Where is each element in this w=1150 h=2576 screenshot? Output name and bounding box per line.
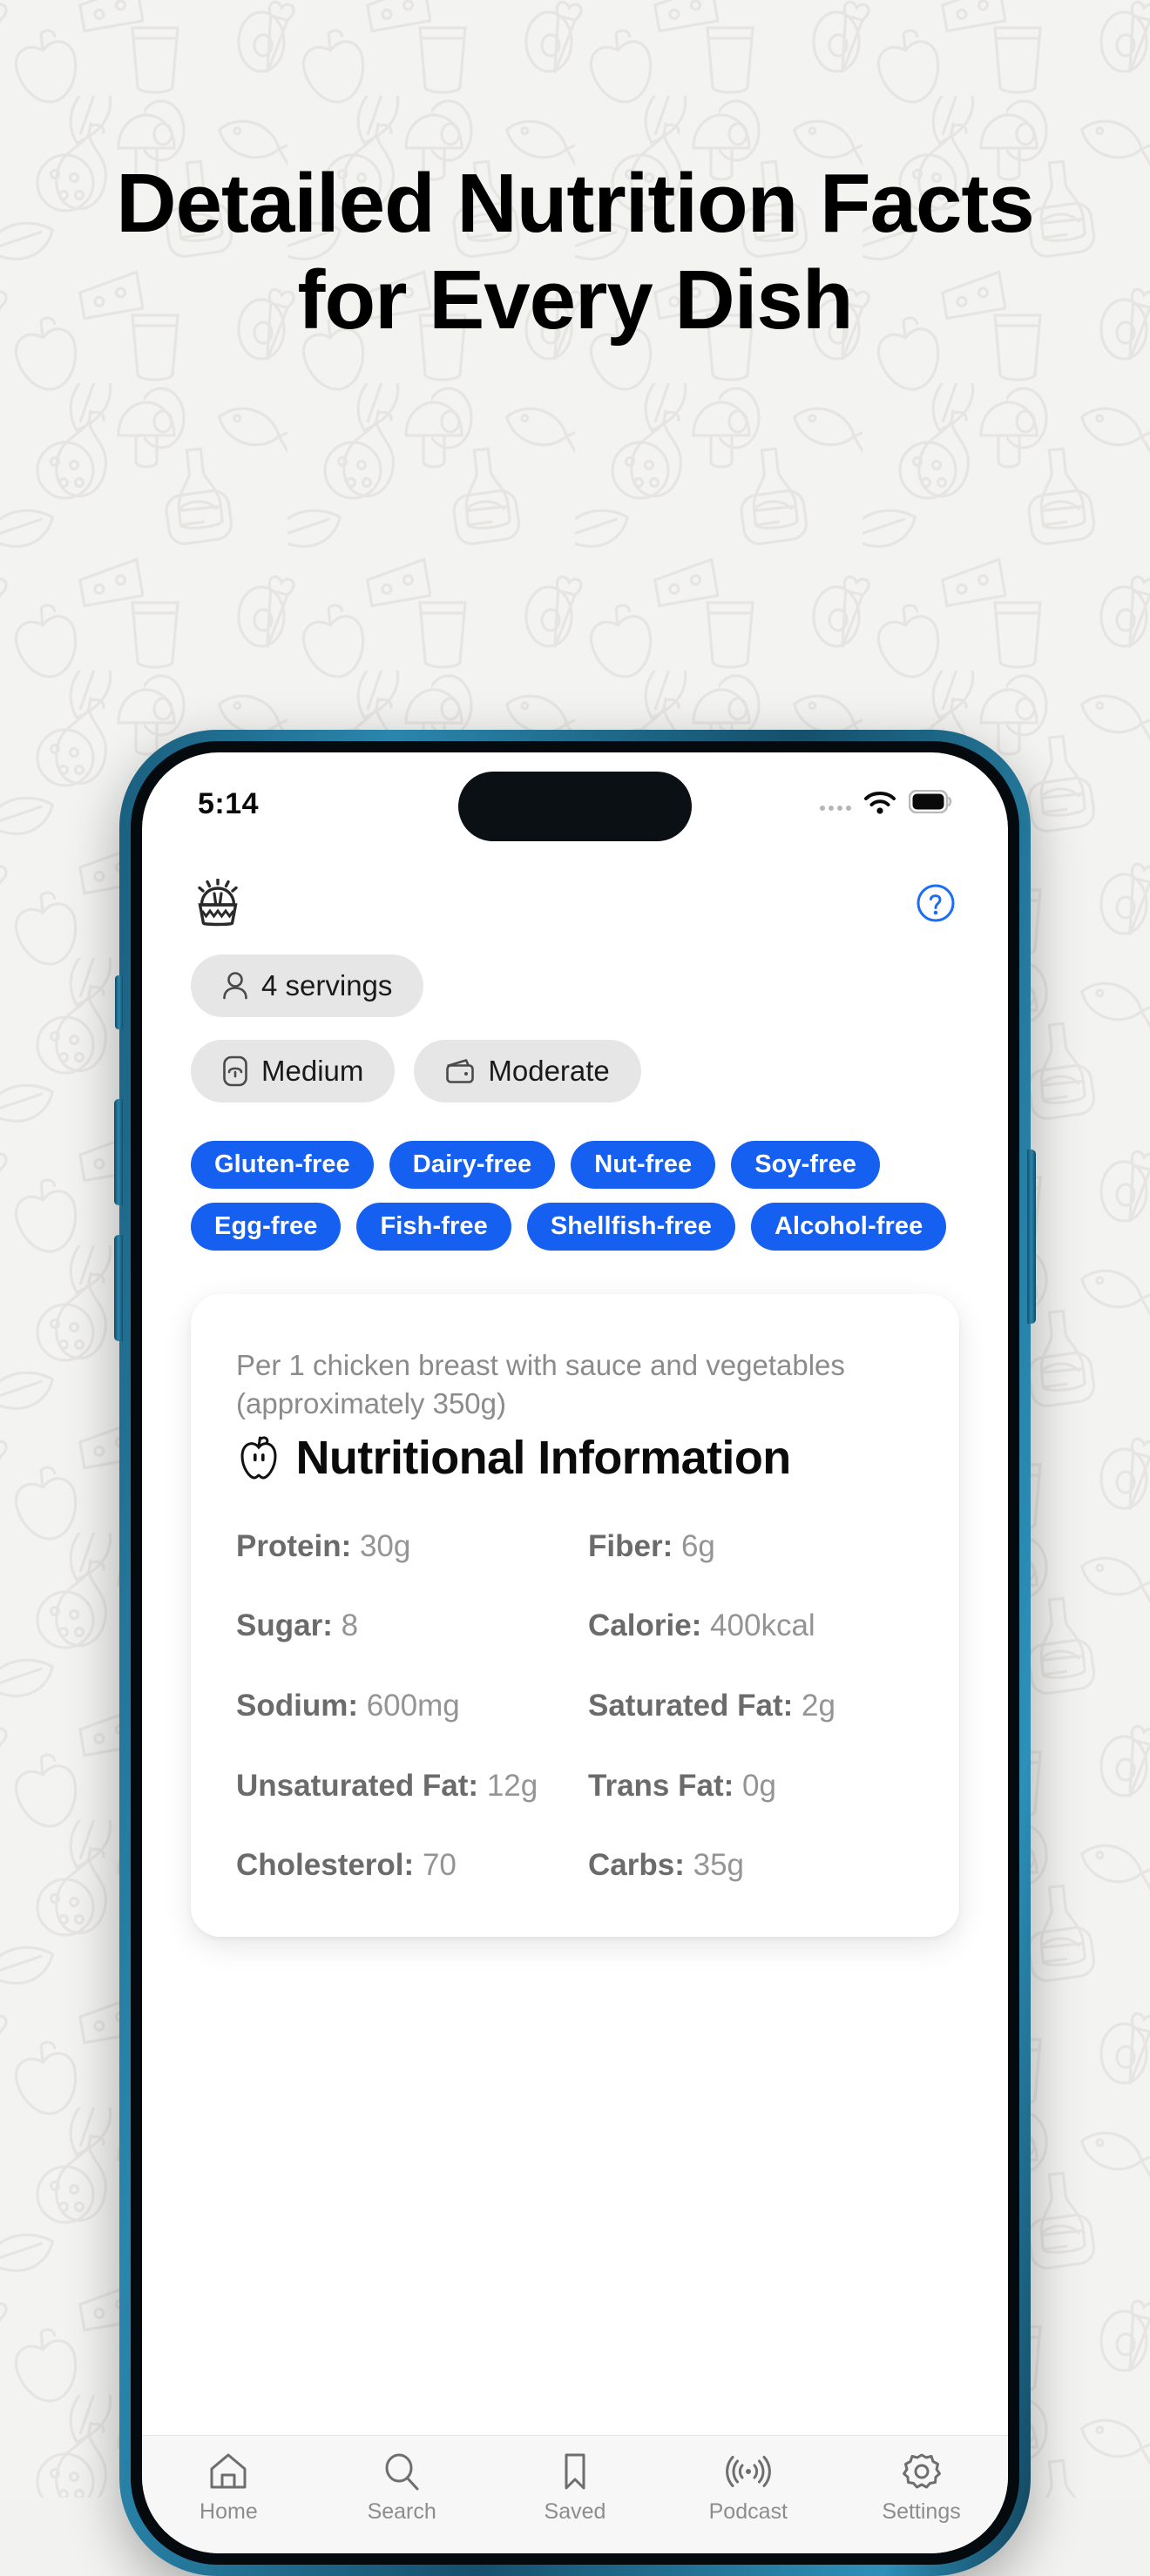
- serving-note: Per 1 chicken breast with sauce and vege…: [236, 1349, 845, 1419]
- power-button[interactable]: [1027, 1150, 1036, 1324]
- nutrition-value: 35g: [693, 1848, 745, 1883]
- chip-row-servings: 4 servings: [191, 954, 959, 1017]
- chip-cost[interactable]: Moderate: [414, 1040, 641, 1103]
- diet-tag[interactable]: Alcohol-free: [750, 1203, 947, 1251]
- help-circle-icon[interactable]: [916, 883, 956, 923]
- nutrition-value: 8: [341, 1608, 359, 1643]
- tab-saved[interactable]: Saved: [489, 2451, 662, 2525]
- nutrition-item: Calorie: 400kcal: [588, 1605, 914, 1647]
- nutrition-value: 600mg: [366, 1688, 460, 1723]
- status-bar: 5:14: [142, 752, 1008, 855]
- diet-tag[interactable]: Soy-free: [731, 1141, 881, 1189]
- phone-screen: 5:14 4 servings Medium Moderate Gluten-f…: [142, 752, 1008, 2553]
- nutrition-item: Trans Fat: 0g: [588, 1765, 914, 1807]
- phone-mockup: 5:14 4 servings Medium Moderate Gluten-f…: [114, 730, 1036, 2576]
- nutrition-value: 400kcal: [710, 1608, 815, 1643]
- nutrition-label: Sodium:: [236, 1688, 358, 1723]
- diet-tag-list: Gluten-free Dairy-free Nut-free Soy-free…: [191, 1141, 959, 1251]
- nutrition-value: 0g: [742, 1768, 776, 1803]
- nutrition-value: 70: [422, 1848, 457, 1883]
- bottom-tab-bar: Home Search Saved Podcast Settings: [142, 2435, 1008, 2553]
- nutrition-item: Fiber: 6g: [588, 1526, 914, 1568]
- mute-switch-button[interactable]: [115, 975, 123, 1029]
- nutrition-label: Cholesterol:: [236, 1848, 415, 1883]
- diet-tag[interactable]: Gluten-free: [191, 1141, 374, 1189]
- dynamic-island: [458, 772, 692, 841]
- tab-home[interactable]: Home: [142, 2451, 315, 2525]
- nutrition-label: Protein:: [236, 1528, 352, 1563]
- tab-settings-label: Settings: [882, 2499, 961, 2524]
- nutrition-label: Saturated Fat:: [588, 1688, 794, 1723]
- tab-search[interactable]: Search: [315, 2451, 489, 2525]
- gauge-icon: [222, 1055, 248, 1087]
- nutrition-label: Trans Fat:: [588, 1768, 734, 1803]
- nutrition-value: 6g: [680, 1528, 715, 1563]
- apple-icon: [236, 1436, 285, 1485]
- chip-difficulty[interactable]: Medium: [191, 1040, 396, 1103]
- nutrition-value: 12g: [486, 1768, 538, 1803]
- nutrition-item: Carbs: 35g: [588, 1844, 914, 1886]
- nutrition-item: Cholesterol: 70: [236, 1844, 562, 1886]
- signal-dots-icon: [820, 797, 851, 811]
- diet-tag[interactable]: Egg-free: [191, 1203, 342, 1251]
- broadcast-icon: [725, 2451, 771, 2492]
- tab-saved-label: Saved: [544, 2499, 606, 2524]
- nutrition-grid: Protein: 30g Fiber: 6g Sugar: 8 Calorie:…: [236, 1526, 914, 1886]
- nutrition-item: Sugar: 8: [236, 1605, 562, 1647]
- nutrition-label: Calorie:: [588, 1608, 702, 1643]
- nutrition-item: Protein: 30g: [236, 1526, 562, 1568]
- search-icon: [381, 2451, 423, 2492]
- volume-down-button[interactable]: [114, 1235, 123, 1341]
- wifi-icon: [862, 789, 897, 819]
- diet-tag[interactable]: Dairy-free: [389, 1141, 556, 1189]
- nutrition-title-row: Nutritional Information: [236, 1428, 914, 1487]
- volume-up-button[interactable]: [114, 1099, 123, 1205]
- nutrition-label: Carbs:: [588, 1848, 685, 1883]
- tab-search-label: Search: [367, 2499, 436, 2524]
- nutrition-item: Sodium: 600mg: [236, 1685, 562, 1727]
- nutrition-value: 30g: [359, 1528, 411, 1563]
- chip-servings-label: 4 servings: [261, 969, 393, 1001]
- status-time: 5:14: [198, 786, 260, 820]
- battery-icon: [908, 789, 952, 818]
- nutrition-label: Sugar:: [236, 1608, 333, 1643]
- chip-servings[interactable]: 4 servings: [191, 954, 424, 1017]
- basket-logo-icon[interactable]: [194, 878, 241, 927]
- tab-podcast-label: Podcast: [708, 2499, 788, 2524]
- nutrition-value: 2g: [802, 1688, 835, 1723]
- tab-home-label: Home: [200, 2499, 258, 2524]
- app-header: [142, 855, 1008, 939]
- wallet-icon: [445, 1058, 475, 1084]
- nutrition-item: Unsaturated Fat: 12g: [236, 1765, 562, 1807]
- gear-icon: [901, 2451, 943, 2492]
- diet-tag[interactable]: Nut-free: [571, 1141, 716, 1189]
- nutrition-title: Nutritional Information: [295, 1431, 791, 1484]
- chip-cost-label: Moderate: [488, 1055, 610, 1087]
- tab-podcast[interactable]: Podcast: [661, 2451, 835, 2525]
- chip-difficulty-label: Medium: [261, 1055, 364, 1087]
- recipe-meta-content: 4 servings Medium Moderate Gluten-free D…: [142, 939, 1008, 1937]
- nutrition-label: Unsaturated Fat:: [236, 1768, 479, 1803]
- diet-tag[interactable]: Shellfish-free: [526, 1203, 735, 1251]
- status-indicators: [820, 789, 952, 819]
- tab-settings[interactable]: Settings: [835, 2451, 1008, 2525]
- nutrition-label: Fiber:: [588, 1528, 673, 1563]
- page-title: Detailed Nutrition Facts for Every Dish: [116, 157, 1034, 347]
- nutrition-card: Per 1 chicken breast with sauce and vege…: [191, 1294, 959, 1937]
- chip-row-difficulty-cost: Medium Moderate: [191, 1040, 959, 1103]
- home-icon: [207, 2451, 249, 2492]
- bookmark-icon: [554, 2451, 596, 2492]
- nutrition-item: Saturated Fat: 2g: [588, 1685, 914, 1727]
- person-icon: [222, 971, 248, 1001]
- diet-tag[interactable]: Fish-free: [356, 1203, 511, 1251]
